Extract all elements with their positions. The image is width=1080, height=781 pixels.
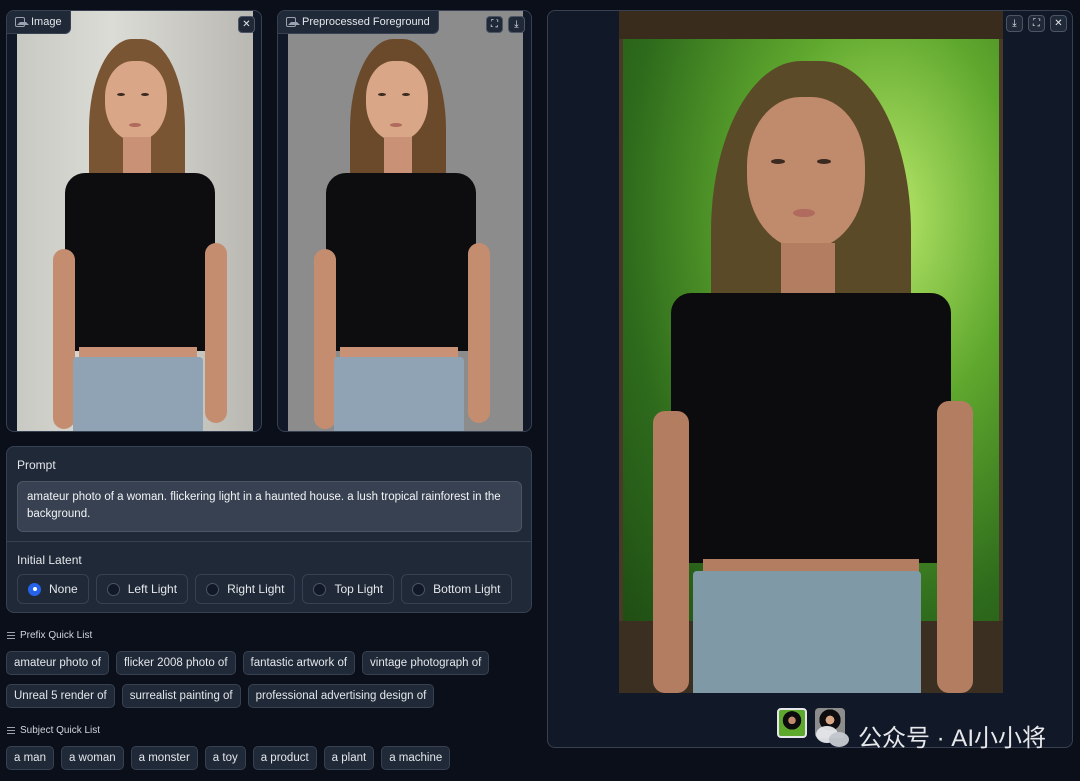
preprocessed-foreground-panel: Preprocessed Foreground ⛶ ⤓ xyxy=(277,10,532,432)
subject-chip[interactable]: a product xyxy=(252,746,317,770)
list-icon xyxy=(7,727,15,734)
radio-dot-icon xyxy=(28,582,41,596)
foreground-photo xyxy=(288,11,523,431)
radio-bottom-light[interactable]: Bottom Light xyxy=(401,574,512,604)
watermark-text: 公众号 · AI小小将 xyxy=(857,725,1046,752)
initial-latent-label: Initial Latent xyxy=(17,553,82,567)
fullscreen-icon[interactable]: ⛶ xyxy=(1028,15,1045,32)
foreground-panel-header: Preprocessed Foreground xyxy=(278,11,439,34)
input-photo xyxy=(17,11,253,431)
radio-dot-icon xyxy=(106,582,120,596)
gallery-thumbnail-1[interactable] xyxy=(777,708,807,738)
close-icon[interactable]: ✕ xyxy=(238,16,255,33)
image-input-panel[interactable]: Image ✕ xyxy=(6,10,262,432)
subject-chip[interactable]: a machine xyxy=(381,746,451,770)
list-icon xyxy=(7,632,15,639)
subject-quick-list-title: Subject Quick List xyxy=(7,725,100,736)
radio-right-light[interactable]: Right Light xyxy=(195,574,296,604)
image-panel-label: Image xyxy=(31,16,62,28)
subject-chip[interactable]: a plant xyxy=(323,746,375,770)
prefix-chip[interactable]: surrealist painting of xyxy=(121,684,241,708)
subject-chip[interactable]: a toy xyxy=(204,746,246,770)
prefix-chip[interactable]: flicker 2008 photo of xyxy=(115,651,236,675)
prefix-chip[interactable]: vintage photograph of xyxy=(362,651,490,675)
download-icon[interactable]: ⤓ xyxy=(508,16,525,33)
watermark: 公众号 · AI小小将 xyxy=(815,718,1046,753)
subject-chips-row: a man a woman a monster a toy a product … xyxy=(6,746,451,770)
fullscreen-icon[interactable]: ⛶ xyxy=(486,16,503,33)
prompt-settings-panel: Prompt amateur photo of a woman. flicker… xyxy=(6,446,532,613)
subject-chip[interactable]: a woman xyxy=(60,746,124,770)
radio-none[interactable]: None xyxy=(17,574,89,604)
image-icon xyxy=(15,17,29,27)
radio-dot-icon xyxy=(412,582,426,596)
prefix-chip[interactable]: amateur photo of xyxy=(6,651,109,675)
wechat-icon xyxy=(815,724,850,748)
output-gallery-panel: ⤓ ⛶ ✕ xyxy=(547,10,1073,748)
prefix-chip[interactable]: Unreal 5 render of xyxy=(6,684,115,708)
output-photo[interactable] xyxy=(619,11,1003,693)
prefix-chips-row-2: Unreal 5 render of surrealist painting o… xyxy=(6,684,435,708)
radio-dot-icon xyxy=(313,582,327,596)
prompt-label: Prompt xyxy=(17,458,56,472)
download-icon[interactable]: ⤓ xyxy=(1006,15,1023,32)
initial-latent-radio-group: None Left Light Right Light Top Light Bo… xyxy=(17,574,512,604)
image-panel-header: Image xyxy=(7,11,71,34)
radio-dot-icon xyxy=(206,582,220,596)
prompt-textarea[interactable]: amateur photo of a woman. flickering lig… xyxy=(17,481,522,532)
subject-chip[interactable]: a man xyxy=(6,746,54,770)
prefix-chips-row-1: amateur photo of flicker 2008 photo of f… xyxy=(6,651,490,675)
close-icon[interactable]: ✕ xyxy=(1050,15,1067,32)
radio-left-light[interactable]: Left Light xyxy=(95,574,189,604)
subject-chip[interactable]: a monster xyxy=(130,746,198,770)
image-icon xyxy=(286,17,300,27)
prefix-quick-list-title: Prefix Quick List xyxy=(7,630,92,641)
foreground-panel-label: Preprocessed Foreground xyxy=(302,16,430,28)
radio-top-light[interactable]: Top Light xyxy=(302,574,395,604)
prefix-chip[interactable]: fantastic artwork of xyxy=(242,651,356,675)
prefix-chip[interactable]: professional advertising design of xyxy=(247,684,435,708)
